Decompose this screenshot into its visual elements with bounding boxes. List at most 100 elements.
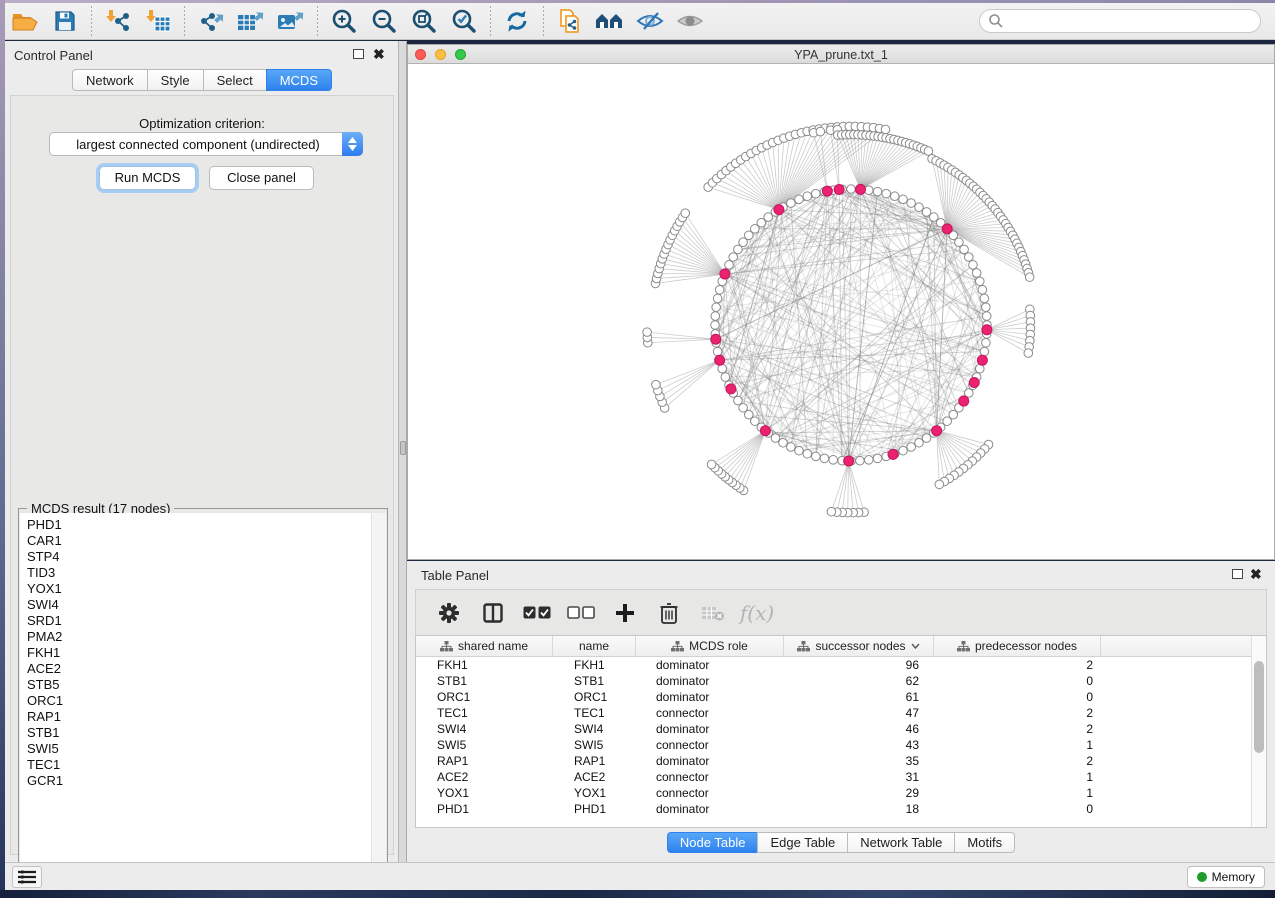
table-cell: ACE2 <box>553 769 636 785</box>
table-row[interactable]: STB1STB1dominator620 <box>416 673 1252 689</box>
show-columns-button[interactable] <box>476 596 510 630</box>
mcds-node-item[interactable]: ACE2 <box>27 661 372 677</box>
export-image-button[interactable] <box>271 5 311 37</box>
divider-handle[interactable] <box>400 441 406 455</box>
export-network-button[interactable] <box>191 5 231 37</box>
memory-button[interactable]: Memory <box>1187 866 1265 888</box>
clone-network-button[interactable] <box>550 5 590 37</box>
mcds-node-item[interactable]: PHD1 <box>27 517 372 533</box>
tab-style[interactable]: Style <box>147 69 203 91</box>
mcds-node-item[interactable]: SWI5 <box>27 741 372 757</box>
float-panel-icon[interactable] <box>353 49 366 61</box>
mcds-node-item[interactable]: FKH1 <box>27 645 372 661</box>
table-row[interactable]: SWI5SWI5connector431 <box>416 737 1252 753</box>
mcds-node-item[interactable]: CAR1 <box>27 533 372 549</box>
network-window-titlebar[interactable]: YPA_prune.txt_1 <box>408 45 1274 64</box>
plus-icon <box>615 603 635 623</box>
table-row[interactable]: SWI4SWI4dominator462 <box>416 721 1252 737</box>
zoom-in-button[interactable] <box>324 5 364 37</box>
close-panel-icon[interactable]: ✖ <box>373 49 386 61</box>
mcds-node-item[interactable]: RAP1 <box>27 709 372 725</box>
function-builder-button[interactable]: f(x) <box>740 596 774 630</box>
zoom-fit-icon <box>411 8 437 34</box>
float-panel-icon[interactable] <box>1232 569 1245 581</box>
close-panel-icon[interactable]: ✖ <box>1250 569 1263 581</box>
tab-network-table[interactable]: Network Table <box>847 832 954 853</box>
delete-column-button[interactable] <box>652 596 686 630</box>
table-row[interactable]: FKH1FKH1dominator962 <box>416 657 1252 673</box>
sort-descending-icon <box>911 643 920 649</box>
table-cell: 0 <box>934 689 1101 705</box>
mcds-list-scrollbar[interactable] <box>371 513 386 873</box>
table-row[interactable]: TEC1TEC1connector472 <box>416 705 1252 721</box>
column-header-shared-name[interactable]: shared name <box>416 636 553 656</box>
shared-column-icon <box>671 641 684 652</box>
eye-slash-icon <box>636 10 664 32</box>
mcds-node-item[interactable]: STB5 <box>27 677 372 693</box>
export-table-button[interactable] <box>231 5 271 37</box>
toolbar-separator <box>184 6 185 36</box>
table-cell: dominator <box>636 801 784 817</box>
table-row[interactable]: PHD1PHD1dominator180 <box>416 801 1252 817</box>
table-row[interactable]: ACE2ACE2connector311 <box>416 769 1252 785</box>
table-scrollbar-thumb[interactable] <box>1254 661 1264 753</box>
mcds-node-item[interactable]: TID3 <box>27 565 372 581</box>
mcds-node-item[interactable]: GCR1 <box>27 773 372 789</box>
import-network-button[interactable] <box>98 5 138 37</box>
table-scrollbar[interactable] <box>1251 636 1266 827</box>
show-all-button[interactable] <box>670 5 710 37</box>
apply-layout-button[interactable] <box>497 5 537 37</box>
select-all-columns-button[interactable] <box>520 596 554 630</box>
export-table-icon <box>237 9 265 33</box>
mcds-result-list[interactable]: PHD1CAR1STP4TID3YOX1SWI4SRD1PMA2FKH1ACE2… <box>20 513 372 873</box>
zoom-out-button[interactable] <box>364 5 404 37</box>
memory-label: Memory <box>1212 870 1255 884</box>
table-row[interactable]: YOX1YOX1connector291 <box>416 785 1252 801</box>
deselect-all-columns-button[interactable] <box>564 596 598 630</box>
column-header-name[interactable]: name <box>553 636 636 656</box>
first-neighbors-button[interactable] <box>590 5 630 37</box>
hide-selected-button[interactable] <box>630 5 670 37</box>
table-cell: FKH1 <box>553 657 636 673</box>
tab-select[interactable]: Select <box>203 69 266 91</box>
criterion-dropdown[interactable]: largest connected component (undirected) <box>49 132 363 156</box>
table-row[interactable]: ORC1ORC1dominator610 <box>416 689 1252 705</box>
table-settings-button[interactable] <box>432 596 466 630</box>
mcds-node-item[interactable]: SWI4 <box>27 597 372 613</box>
delete-table-icon <box>701 605 725 621</box>
table-row[interactable]: RAP1RAP1dominator352 <box>416 753 1252 769</box>
task-history-button[interactable] <box>12 866 42 888</box>
tab-mcds[interactable]: MCDS <box>266 69 332 91</box>
column-header-filler <box>1101 636 1252 656</box>
panel-divider[interactable] <box>399 41 407 862</box>
delete-table-button[interactable] <box>696 596 730 630</box>
network-canvas[interactable] <box>408 65 1274 559</box>
run-mcds-button[interactable]: Run MCDS <box>99 166 196 190</box>
tab-edge-table[interactable]: Edge Table <box>757 832 847 853</box>
zoom-selected-button[interactable] <box>444 5 484 37</box>
mcds-node-item[interactable]: YOX1 <box>27 581 372 597</box>
zoom-fit-button[interactable] <box>404 5 444 37</box>
mcds-node-item[interactable]: PMA2 <box>27 629 372 645</box>
close-panel-button[interactable]: Close panel <box>209 166 314 190</box>
search-box[interactable] <box>979 9 1261 33</box>
tab-node-table[interactable]: Node Table <box>667 832 758 853</box>
import-table-button[interactable] <box>138 5 178 37</box>
column-header-predecessor-nodes[interactable]: predecessor nodes <box>934 636 1101 656</box>
tab-motifs[interactable]: Motifs <box>954 832 1015 853</box>
clone-network-icon <box>557 8 583 34</box>
mcds-node-item[interactable]: ORC1 <box>27 693 372 709</box>
create-column-button[interactable] <box>608 596 642 630</box>
mcds-node-item[interactable]: STP4 <box>27 549 372 565</box>
mcds-node-item[interactable]: SRD1 <box>27 613 372 629</box>
save-session-button[interactable] <box>45 5 85 37</box>
search-input[interactable] <box>1004 11 1260 31</box>
table-cell: 47 <box>784 705 934 721</box>
mcds-node-item[interactable]: TEC1 <box>27 757 372 773</box>
mcds-node-item[interactable]: STB1 <box>27 725 372 741</box>
open-session-button[interactable] <box>5 5 45 37</box>
column-header-successor-nodes[interactable]: successor nodes <box>784 636 934 656</box>
column-header-mcds-role[interactable]: MCDS role <box>636 636 784 656</box>
table-cell: 31 <box>784 769 934 785</box>
tab-network[interactable]: Network <box>72 69 147 91</box>
